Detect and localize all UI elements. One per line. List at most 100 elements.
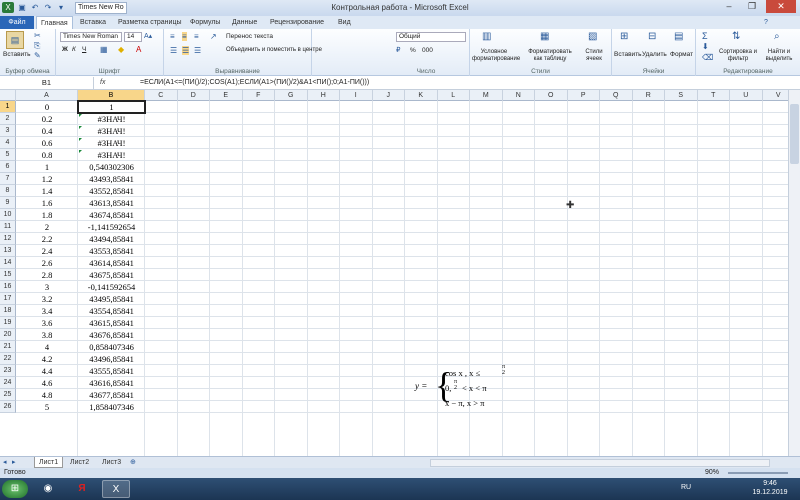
row-header[interactable]: 24	[0, 377, 16, 389]
insert-cells-button[interactable]: Вставить	[614, 51, 642, 58]
cell-a[interactable]: 3	[16, 281, 78, 293]
selected-cell-b1[interactable]	[77, 100, 146, 114]
column-header-e[interactable]: E	[210, 90, 243, 101]
borders-icon[interactable]: ▦	[100, 45, 108, 54]
column-header-l[interactable]: L	[438, 90, 470, 101]
cell-a[interactable]: 1	[16, 161, 78, 173]
cell-a[interactable]: 4.2	[16, 353, 78, 365]
sheet-tab-3[interactable]: Лист3	[98, 457, 125, 468]
row-header[interactable]: 26	[0, 401, 16, 413]
italic-button[interactable]: К	[72, 46, 76, 53]
row-header[interactable]: 20	[0, 329, 16, 341]
column-header-r[interactable]: R	[633, 90, 665, 101]
cell-b[interactable]: 43493,85841	[78, 173, 145, 185]
thousands-button[interactable]: 000	[422, 47, 433, 54]
format-cells-button[interactable]: Формат	[670, 51, 693, 58]
row-header[interactable]: 2	[0, 113, 16, 125]
sheet-nav-next-icon[interactable]: ▸	[12, 458, 16, 466]
cell-b[interactable]: 43553,85841	[78, 245, 145, 257]
cell-b[interactable]: 43555,85841	[78, 365, 145, 377]
column-header-v[interactable]: V	[763, 90, 789, 101]
cell-b[interactable]: 43616,85841	[78, 377, 145, 389]
error-indicator-icon[interactable]	[79, 126, 82, 129]
error-indicator-icon[interactable]	[79, 150, 82, 153]
column-header-p[interactable]: P	[568, 90, 600, 101]
font-color-icon[interactable]: A	[136, 45, 141, 54]
font-size-select[interactable]: 14	[124, 32, 142, 42]
row-header[interactable]: 6	[0, 161, 16, 173]
row-header[interactable]: 11	[0, 221, 16, 233]
vertical-scrollbar[interactable]	[788, 90, 800, 456]
tab-formulas[interactable]: Формулы	[186, 16, 224, 29]
error-indicator-icon[interactable]	[79, 138, 82, 141]
align-right-icon[interactable]: ☰	[194, 46, 201, 55]
cell-a[interactable]: 3.2	[16, 293, 78, 305]
tab-page-layout[interactable]: Разметка страницы	[114, 16, 186, 29]
row-header[interactable]: 3	[0, 125, 16, 137]
cell-b[interactable]: -0,141592654	[78, 281, 145, 293]
autosum-icon[interactable]: Σ	[702, 31, 708, 41]
quick-font-preview[interactable]: Times New Ro	[75, 2, 127, 14]
fill-icon[interactable]: ⬇	[702, 42, 709, 51]
help-icon[interactable]: ?	[760, 16, 772, 29]
cell-b[interactable]: #ЗНАЧ!	[78, 137, 145, 149]
row-header[interactable]: 18	[0, 305, 16, 317]
column-header-t[interactable]: T	[698, 90, 730, 101]
align-center-icon[interactable]: ☰	[182, 46, 190, 55]
row-header[interactable]: 19	[0, 317, 16, 329]
cell-b[interactable]: 43675,85841	[78, 269, 145, 281]
row-header[interactable]: 17	[0, 293, 16, 305]
start-button[interactable]: ⊞	[2, 480, 28, 498]
cell-b[interactable]: 43554,85841	[78, 305, 145, 317]
cell-b[interactable]: -1,141592654	[78, 221, 145, 233]
save-icon[interactable]: ▣	[16, 2, 28, 13]
row-header[interactable]: 13	[0, 245, 16, 257]
cell-a[interactable]: 1.8	[16, 209, 78, 221]
align-left-icon[interactable]: ☰	[170, 46, 177, 55]
merge-center-button[interactable]: Объединить и поместить в центре	[226, 47, 322, 54]
cell-b[interactable]: #ЗНАЧ!	[78, 125, 145, 137]
redo-icon[interactable]: ↷	[42, 2, 54, 13]
sheet-tab-1[interactable]: Лист1	[34, 457, 64, 468]
excel-taskbar-icon[interactable]: X	[102, 480, 130, 498]
column-header-f[interactable]: F	[243, 90, 275, 101]
cell-b[interactable]: 43494,85841	[78, 233, 145, 245]
clear-icon[interactable]: ⌫	[702, 53, 713, 62]
zoom-level[interactable]: 90%	[705, 468, 719, 478]
underline-button[interactable]: Ч	[82, 46, 86, 53]
number-format-select[interactable]: Общий	[396, 32, 466, 42]
cell-a[interactable]: 2.4	[16, 245, 78, 257]
excel-app-icon[interactable]: X	[2, 2, 14, 13]
column-header-g[interactable]: G	[275, 90, 308, 101]
cell-a[interactable]: 0.6	[16, 137, 78, 149]
language-indicator[interactable]: RU	[681, 484, 691, 491]
column-header-k[interactable]: K	[405, 90, 438, 101]
conditional-format-icon[interactable]: ▥	[482, 31, 491, 42]
cell-b[interactable]: 1,858407346	[78, 401, 145, 413]
sort-filter-button[interactable]: Сортировка и фильтр	[716, 49, 760, 63]
paste-button[interactable]: Вставить	[3, 51, 31, 58]
cell-a[interactable]: 1.2	[16, 173, 78, 185]
tab-review[interactable]: Рецензирование	[266, 16, 328, 29]
align-top-icon[interactable]: ≡	[170, 32, 175, 41]
cell-a[interactable]: 2	[16, 221, 78, 233]
row-header[interactable]: 9	[0, 197, 16, 209]
paste-icon[interactable]: ▤	[6, 31, 24, 49]
row-header[interactable]: 14	[0, 257, 16, 269]
column-header-i[interactable]: I	[340, 90, 373, 101]
grow-font-icon[interactable]: A▴	[144, 32, 152, 40]
yandex-icon[interactable]: Я	[68, 480, 96, 498]
format-painter-icon[interactable]: ✎	[34, 51, 41, 60]
row-header[interactable]: 16	[0, 281, 16, 293]
formula-input[interactable]: =ЕСЛИ(A1<=(ПИ()/2);COS(A1);ЕСЛИ(A1>(ПИ()…	[140, 77, 369, 89]
cell-b[interactable]: 43615,85841	[78, 317, 145, 329]
row-header[interactable]: 23	[0, 365, 16, 377]
orientation-icon[interactable]: ↗	[210, 32, 217, 41]
cell-b[interactable]: 43613,85841	[78, 197, 145, 209]
format-cells-icon[interactable]: ▤	[674, 31, 683, 42]
cell-b[interactable]: 43552,85841	[78, 185, 145, 197]
column-header-q[interactable]: Q	[600, 90, 633, 101]
format-as-table-icon[interactable]: ▦	[540, 31, 549, 42]
cell-a[interactable]: 2.2	[16, 233, 78, 245]
cell-b[interactable]: 43495,85841	[78, 293, 145, 305]
